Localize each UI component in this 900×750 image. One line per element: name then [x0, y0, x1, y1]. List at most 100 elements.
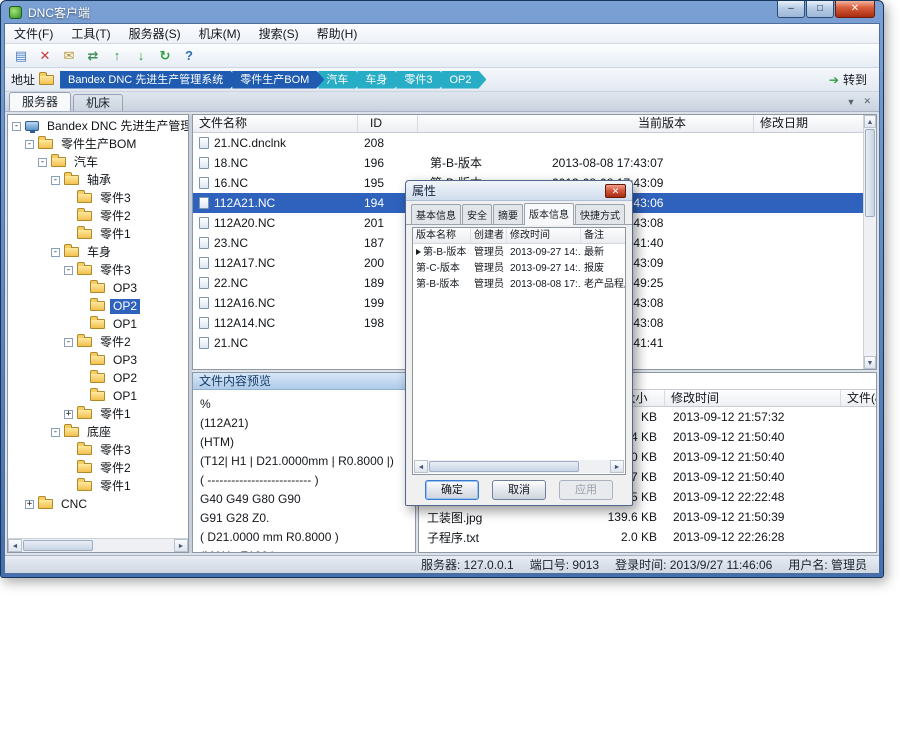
tree-expander-icon[interactable]: -: [51, 176, 60, 185]
scroll-left-icon[interactable]: ◄: [8, 539, 22, 552]
tree-expander-icon[interactable]: -: [64, 338, 73, 347]
column-header-1[interactable]: ID: [358, 115, 418, 132]
tree-expander-icon[interactable]: -: [25, 140, 34, 149]
tree-expander-icon[interactable]: +: [25, 500, 34, 509]
tree-item-14[interactable]: OP2: [8, 369, 188, 387]
new-file-button[interactable]: ▤: [10, 46, 32, 66]
tree-item-20[interactable]: 零件1: [8, 477, 188, 495]
tree-expander-icon[interactable]: -: [64, 266, 73, 275]
tree-item-7[interactable]: -车身: [8, 243, 188, 261]
tree-horizontal-scrollbar[interactable]: ◄ ►: [8, 538, 188, 552]
tree-item-16[interactable]: +零件1: [8, 405, 188, 423]
dialog-tab-2[interactable]: 摘要: [493, 204, 523, 224]
scroll-right-icon[interactable]: ►: [174, 539, 188, 552]
version-column-header-0[interactable]: 版本名称: [413, 228, 471, 243]
breadcrumb-item-5[interactable]: OP2: [441, 71, 486, 89]
chevron-down-icon[interactable]: ▼: [847, 97, 856, 107]
dialog-tab-3[interactable]: 版本信息: [524, 203, 574, 225]
column-header-0[interactable]: 文件名称: [193, 115, 358, 132]
tree-item-21[interactable]: +CNC: [8, 495, 188, 513]
version-column-header-1[interactable]: 创建者: [471, 228, 507, 243]
tree-item-18[interactable]: 零件3: [8, 441, 188, 459]
breadcrumb-item-4[interactable]: 零件3: [396, 71, 447, 89]
tree-item-17[interactable]: -底座: [8, 423, 188, 441]
dialog-close-icon[interactable]: ✕: [605, 184, 626, 198]
breadcrumb-item-1[interactable]: 零件生产BOM: [232, 71, 324, 89]
scroll-up-icon[interactable]: ▲: [864, 115, 876, 128]
menu-item-1[interactable]: 工具(T): [62, 24, 119, 44]
scroll-thumb[interactable]: [865, 129, 875, 217]
file-list-vertical-scrollbar[interactable]: ▲ ▼: [863, 115, 876, 369]
menu-item-5[interactable]: 帮助(H): [308, 24, 367, 44]
menu-item-2[interactable]: 服务器(S): [120, 24, 190, 44]
attachment-column-header-2[interactable]: 修改时间: [665, 390, 841, 406]
scroll-left-icon[interactable]: ◄: [414, 460, 428, 473]
dialog-horizontal-scrollbar[interactable]: ◄ ►: [414, 460, 624, 473]
transfer-button[interactable]: ⇄: [82, 46, 104, 66]
menu-item-0[interactable]: 文件(F): [5, 24, 62, 44]
tree-item-9[interactable]: OP3: [8, 279, 188, 297]
breadcrumb-item-3[interactable]: 车身: [357, 71, 402, 89]
file-name-cell: 16.NC: [193, 176, 358, 190]
refresh-button[interactable]: ↻: [154, 46, 176, 66]
tree-item-0[interactable]: -Bandex DNC 先进生产管理系统: [8, 117, 188, 135]
scroll-thumb[interactable]: [429, 461, 579, 472]
attachment-row-6[interactable]: 子程序.txt2.0 KB2013-09-12 22:26:28: [419, 527, 876, 547]
tree-item-5[interactable]: 零件2: [8, 207, 188, 225]
minimize-button[interactable]: –: [777, 1, 805, 18]
breadcrumb-item-2[interactable]: 汽车: [318, 71, 363, 89]
dialog-tab-4[interactable]: 快捷方式: [575, 204, 625, 224]
version-column-header-2[interactable]: 修改时间: [507, 228, 581, 243]
maximize-button[interactable]: □: [806, 1, 834, 18]
tree-item-13[interactable]: OP3: [8, 351, 188, 369]
tree-expander-icon[interactable]: +: [64, 410, 73, 419]
title-bar[interactable]: DNC客户端: [1, 1, 883, 23]
download-button[interactable]: ↓: [130, 46, 152, 66]
attachment-row-5[interactable]: 工装图.jpg139.6 KB2013-09-12 21:50:39: [419, 507, 876, 527]
send-button[interactable]: ✉: [58, 46, 80, 66]
breadcrumb-item-0[interactable]: Bandex DNC 先进生产管理系统: [60, 71, 238, 89]
delete-button[interactable]: ✕: [34, 46, 56, 66]
tree-item-3[interactable]: -轴承: [8, 171, 188, 189]
tree-item-12[interactable]: -零件2: [8, 333, 188, 351]
file-row-1[interactable]: 18.NC196第-B-版本2013-08-08 17:43:07: [193, 153, 863, 173]
ok-button[interactable]: 确定: [425, 480, 479, 500]
cancel-button[interactable]: 取消: [492, 480, 546, 500]
version-column-header-3[interactable]: 备注: [581, 228, 625, 243]
go-button[interactable]: ➔ 转到: [829, 71, 873, 88]
menu-item-3[interactable]: 机床(M): [190, 24, 250, 44]
tree-expander-icon[interactable]: -: [38, 158, 47, 167]
tree-expander-icon[interactable]: -: [51, 248, 60, 257]
tree-item-1[interactable]: -零件生产BOM: [8, 135, 188, 153]
column-header-3[interactable]: 当前版本: [632, 115, 754, 132]
close-pane-icon[interactable]: ✕: [863, 96, 871, 107]
tree-item-15[interactable]: OP1: [8, 387, 188, 405]
scroll-thumb[interactable]: [23, 540, 93, 551]
dialog-title-bar[interactable]: 属性 ✕: [406, 181, 632, 201]
view-tab-0[interactable]: 服务器: [9, 92, 71, 111]
view-tab-1[interactable]: 机床: [73, 94, 123, 111]
tree-item-4[interactable]: 零件3: [8, 189, 188, 207]
tree-item-11[interactable]: OP1: [8, 315, 188, 333]
version-row-2[interactable]: 第-B-版本管理员2013-08-08 17:...老产品程序: [413, 276, 625, 292]
tree-item-8[interactable]: -零件3: [8, 261, 188, 279]
close-button[interactable]: ✕: [835, 1, 875, 18]
upload-button[interactable]: ↑: [106, 46, 128, 66]
version-row-1[interactable]: 第-C-版本管理员2013-09-27 14:...报废: [413, 260, 625, 276]
tree-item-2[interactable]: -汽车: [8, 153, 188, 171]
dialog-tab-1[interactable]: 安全: [462, 204, 492, 224]
scroll-right-icon[interactable]: ►: [610, 460, 624, 473]
file-row-0[interactable]: 21.NC.dnclnk208: [193, 133, 863, 153]
tree-item-6[interactable]: 零件1: [8, 225, 188, 243]
version-row-0[interactable]: 第-B-版本管理员2013-09-27 14:...最新: [413, 244, 625, 260]
tree-item-10[interactable]: OP2: [8, 297, 188, 315]
tree-item-19[interactable]: 零件2: [8, 459, 188, 477]
column-header-4[interactable]: 修改日期: [754, 115, 876, 132]
dialog-tab-0[interactable]: 基本信息: [411, 204, 461, 224]
menu-item-4[interactable]: 搜索(S): [250, 24, 308, 44]
scroll-down-icon[interactable]: ▼: [864, 356, 876, 369]
attachment-column-header-3[interactable]: 文件(&: [841, 390, 876, 406]
tree-expander-icon[interactable]: -: [12, 122, 21, 131]
help-button[interactable]: ?: [178, 46, 200, 66]
tree-expander-icon[interactable]: -: [51, 428, 60, 437]
